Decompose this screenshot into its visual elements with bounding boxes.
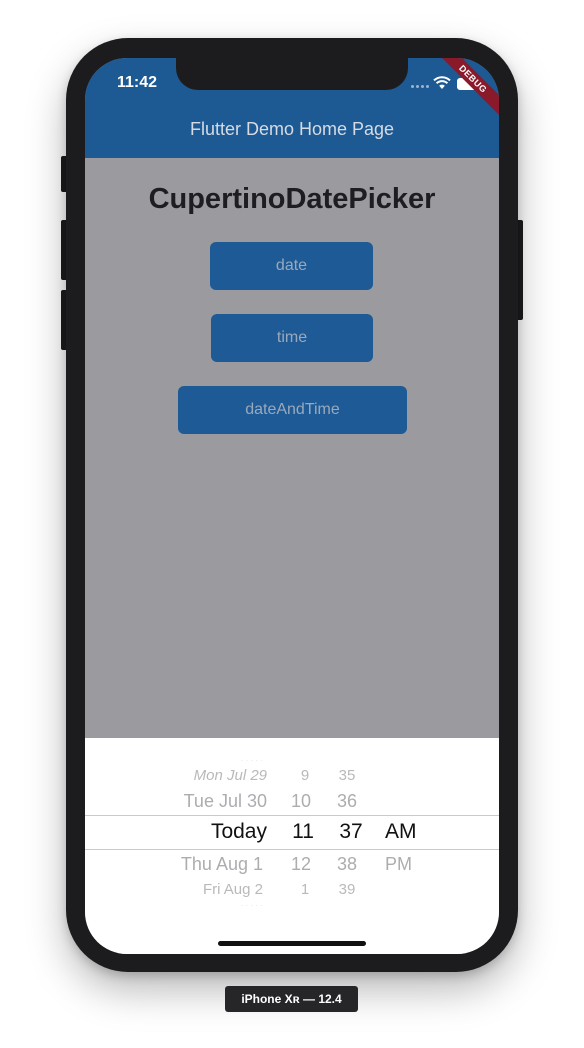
minute-wheel-item[interactable]: 38	[327, 854, 367, 875]
time-button[interactable]: time	[211, 314, 373, 362]
home-indicator[interactable]	[218, 941, 366, 946]
date-wheel-item[interactable]: Mon Jul 29	[194, 767, 267, 784]
date-and-time-button[interactable]: dateAndTime	[178, 386, 407, 434]
simulator-stage: 11:42 DEBUG Flutter Demo Home Page Cuper…	[0, 0, 584, 1048]
wifi-icon	[433, 76, 451, 89]
picker-row-faded-bottom: · · · · ·	[240, 901, 263, 910]
date-button[interactable]: date	[210, 242, 373, 290]
cupertino-date-picker[interactable]: · · · · · Mon Jul 29 9 35 Tue Jul 30 10 …	[85, 738, 499, 954]
picker-row-faded-top: · · · · ·	[240, 756, 263, 765]
debug-banner: DEBUG	[425, 58, 499, 127]
minute-wheel-item[interactable]: 35	[327, 767, 367, 784]
date-wheel-item[interactable]: Fri Aug 2	[203, 881, 263, 898]
page-heading: CupertinoDatePicker	[148, 183, 436, 215]
app-bar-title: Flutter Demo Home Page	[189, 119, 395, 139]
status-time: 11:42	[117, 74, 158, 91]
cellular-signal-icon	[411, 85, 433, 89]
hour-wheel-item[interactable]: 10	[281, 791, 321, 812]
selection-bottom-line	[85, 849, 499, 850]
hour-wheel-item[interactable]: 12	[281, 854, 321, 875]
simulator-device-label: iPhone Xʀ — 12.4	[225, 986, 358, 1012]
selection-top-line	[85, 815, 499, 816]
minute-wheel-item[interactable]: 36	[327, 791, 367, 812]
period-wheel-selected[interactable]: AM	[385, 820, 417, 844]
hour-wheel-item[interactable]: 9	[285, 767, 325, 784]
date-wheel-item[interactable]: Tue Jul 30	[184, 791, 267, 812]
notch	[176, 58, 408, 90]
hour-wheel-item[interactable]: 1	[285, 881, 325, 898]
minute-wheel-item[interactable]: 39	[327, 881, 367, 898]
minute-wheel-selected[interactable]: 37	[331, 820, 371, 844]
date-wheel-selected[interactable]: Today	[211, 820, 267, 844]
device-screen: 11:42 DEBUG Flutter Demo Home Page Cuper…	[85, 58, 499, 954]
period-wheel-item[interactable]: PM	[385, 854, 412, 875]
date-wheel-item[interactable]: Thu Aug 1	[181, 854, 263, 875]
hour-wheel-selected[interactable]: 11	[283, 820, 323, 844]
